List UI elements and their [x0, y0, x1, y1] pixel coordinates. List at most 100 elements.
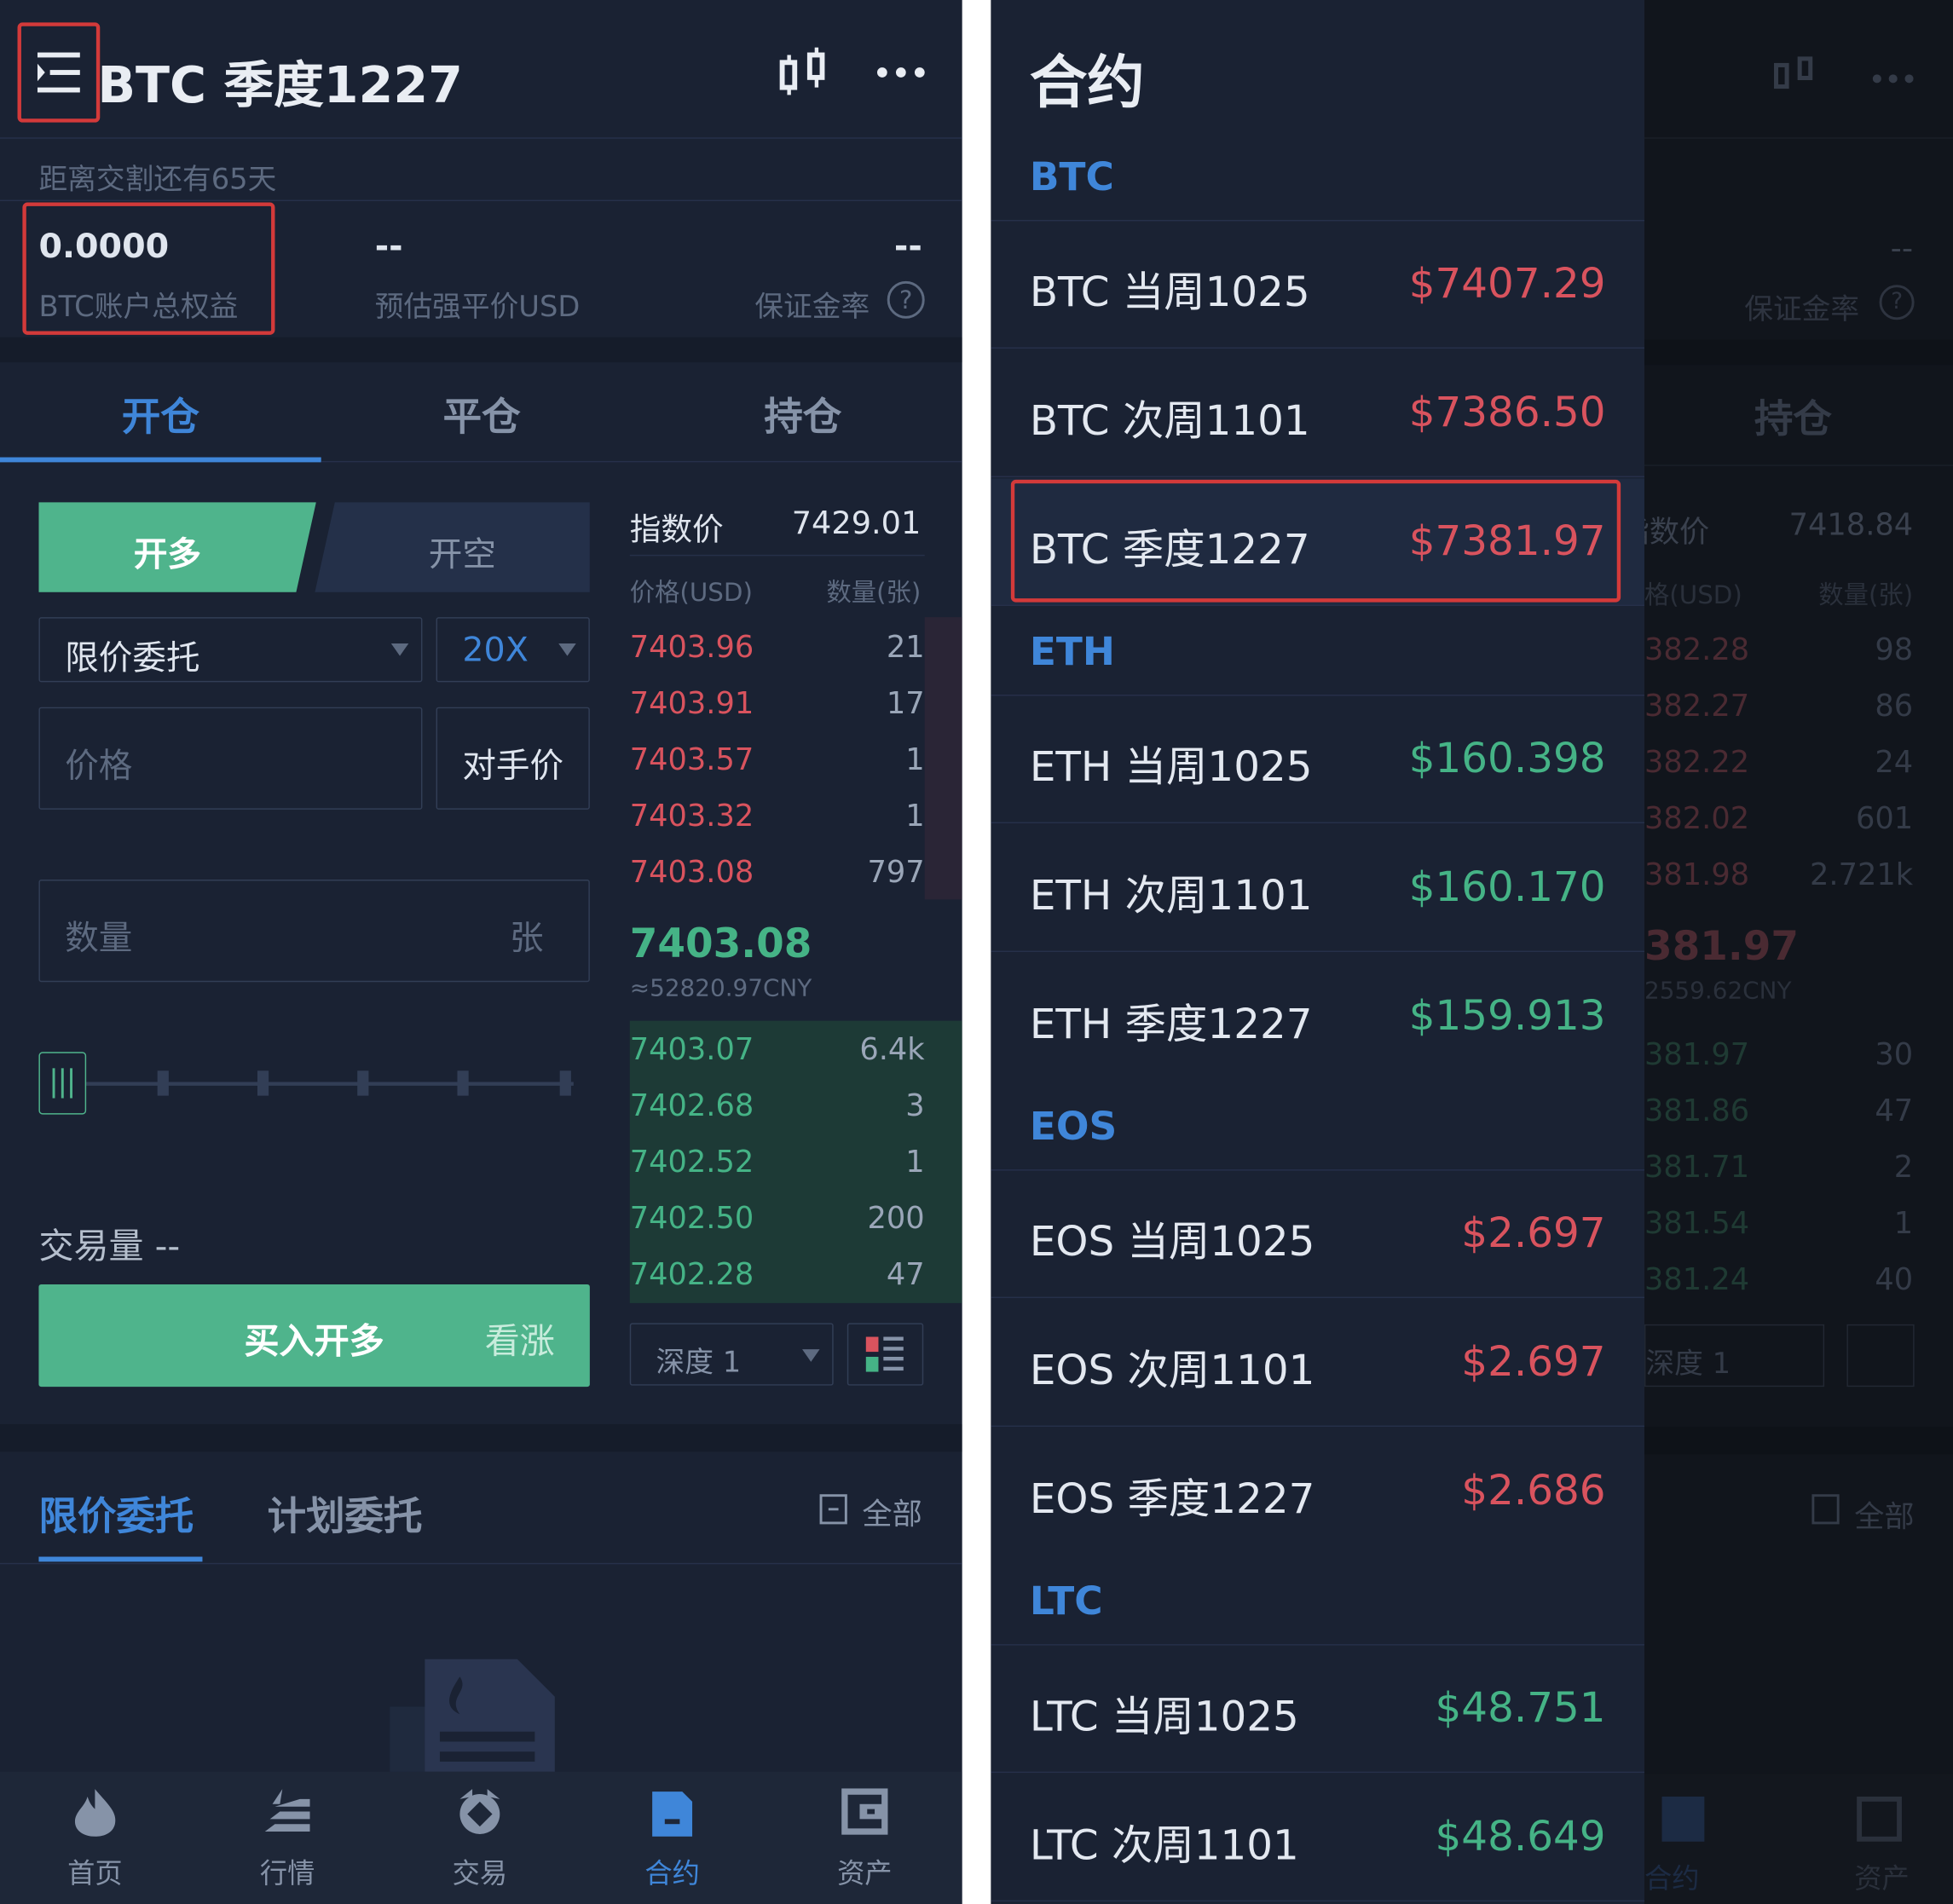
bg-bid-price: 381.71 — [1644, 1149, 1750, 1185]
group-btc: BTC — [1029, 154, 1114, 200]
bg-tab: 持仓 — [1754, 397, 1832, 442]
candlestick-icon[interactable] — [777, 45, 830, 100]
ask-row[interactable]: 7403.08 797 — [630, 845, 925, 899]
buy-open-long-button[interactable]: 买入开多 看涨 — [38, 1284, 590, 1388]
contract-row[interactable]: LTC 次周1101 $48.649 — [991, 1774, 1644, 1902]
tab-positions[interactable]: 持仓 — [642, 384, 962, 441]
bg-nav-contract: 合约 — [1644, 1864, 1700, 1895]
orderbook-price-header: 价格(USD) — [629, 577, 753, 608]
bg-ask-qty: 601 — [1855, 800, 1914, 836]
bg-bid-qty: 2 — [1893, 1149, 1914, 1185]
nav-home[interactable]: 首页 — [32, 1786, 158, 1891]
wallet-icon — [841, 1788, 888, 1835]
nav-market[interactable]: 行情 — [225, 1786, 350, 1891]
orderbook-layout-button[interactable] — [846, 1323, 924, 1386]
slider-handle[interactable] — [38, 1052, 87, 1115]
bg-ask-price: 382.27 — [1644, 688, 1750, 724]
tab-open[interactable]: 开仓 — [0, 384, 321, 441]
all-orders-label: 全部 — [862, 1497, 922, 1532]
index-price-label: 指数价 — [629, 511, 724, 548]
ask-row[interactable]: 7403.96 21 — [630, 620, 925, 674]
list-icon — [1811, 1494, 1840, 1525]
contract-row[interactable]: BTC 当周1025 $7407.29 — [991, 221, 1644, 349]
open-long-label: 开多 — [133, 535, 201, 575]
bg-bid-qty: 1 — [1893, 1205, 1914, 1241]
help-icon[interactable]: ? — [887, 280, 925, 319]
quantity-input[interactable]: 数量 张 — [38, 879, 590, 983]
open-short-button[interactable]: 开空 — [315, 502, 590, 592]
depth-select[interactable]: 深度 1 — [629, 1323, 834, 1386]
bg-stat-label: 保证金率 — [1744, 293, 1860, 326]
dimmed-background[interactable]: -- 保证金率 ? 持仓 指数价 7418.84 格(USD) 数量(张) 38… — [1620, 0, 1953, 1904]
ask-row[interactable]: 7403.32 1 — [630, 788, 925, 843]
open-long-button[interactable]: 开多 — [38, 502, 316, 592]
group-eth: ETH — [1029, 629, 1115, 675]
price-placeholder: 价格 — [65, 747, 133, 787]
bg-ask-qty: 98 — [1875, 632, 1914, 667]
contract-icon — [1661, 1796, 1705, 1842]
list-icon — [819, 1494, 847, 1525]
contract-row[interactable]: BTC 次周1101 $7386.50 — [991, 349, 1644, 477]
nav-contract-label: 合约 — [644, 1859, 700, 1890]
ask-row[interactable]: 7403.57 1 — [630, 732, 925, 787]
contract-row[interactable]: ETH 次周1101 $160.170 — [991, 824, 1644, 953]
bid-row[interactable]: 7402.28 47 — [630, 1247, 925, 1301]
bg-ask-price: 381.98 — [1644, 857, 1750, 892]
bg-all-label: 全部 — [1854, 1499, 1915, 1535]
orderbook-qty-header: 数量(张) — [826, 577, 922, 608]
tab-close[interactable]: 平仓 — [321, 384, 643, 441]
bg-ask-price: 382.28 — [1644, 632, 1750, 667]
exchange-icon — [459, 1789, 500, 1834]
index-price-value: 7429.01 — [791, 505, 922, 541]
nav-contract[interactable]: 合约 — [610, 1786, 735, 1891]
contract-row[interactable]: EOS 次周1101 $2.697 — [991, 1300, 1644, 1428]
bid-row[interactable]: 7402.52 1 — [630, 1134, 925, 1189]
bid-row[interactable]: 7402.68 3 — [630, 1078, 925, 1133]
counterparty-label: 对手价 — [462, 747, 564, 787]
chevron-down-icon — [802, 1349, 820, 1362]
chevron-down-icon — [390, 643, 409, 656]
quantity-placeholder: 数量 — [65, 919, 133, 959]
nav-market-label: 行情 — [259, 1859, 315, 1890]
order-type-select[interactable]: 限价委托 — [38, 617, 423, 683]
nav-trade[interactable]: 交易 — [418, 1786, 543, 1891]
contract-row[interactable]: EOS 当周1025 $2.697 — [991, 1171, 1644, 1299]
all-orders-button[interactable]: 全部 — [818, 1489, 930, 1532]
tab-limit-orders[interactable]: 限价委托 — [38, 1484, 194, 1540]
contract-row[interactable]: LTC 当周1025 $48.751 — [991, 1646, 1644, 1774]
trade-screen: BTC 季度1227 距离交割还有65天 0.0000 BTC账户总权益 -- … — [0, 0, 962, 1904]
ask-row[interactable]: 7403.91 17 — [630, 676, 925, 730]
bg-ask-price: 382.02 — [1644, 800, 1750, 836]
bid-row[interactable]: 7403.07 6.4k — [630, 1022, 925, 1076]
bg-bid-qty: 30 — [1875, 1036, 1914, 1072]
nav-assets[interactable]: 资产 — [802, 1786, 927, 1891]
more-dots-icon[interactable] — [875, 62, 927, 80]
contract-row[interactable]: ETH 当周1025 $160.398 — [991, 696, 1644, 824]
bg-depth-value: 深度 1 — [1645, 1347, 1731, 1381]
quantity-unit: 张 — [510, 919, 544, 959]
bg-bid-price: 381.24 — [1644, 1261, 1750, 1297]
contract-row[interactable]: ETH 季度1227 $159.913 — [991, 953, 1644, 1081]
tab-plan-orders[interactable]: 计划委托 — [268, 1484, 423, 1540]
quantity-slider[interactable] — [38, 1049, 575, 1116]
bg-ask-qty: 24 — [1875, 744, 1914, 780]
candlestick-icon — [1772, 50, 1817, 98]
liquidation-price-value: -- — [374, 227, 403, 267]
empty-document-icon — [387, 1657, 562, 1782]
contract-row[interactable]: EOS 季度1227 $2.686 — [991, 1428, 1644, 1556]
price-input[interactable]: 价格 — [38, 707, 423, 810]
bg-index-value: 7418.84 — [1788, 507, 1914, 543]
bg-price-header: 格(USD) — [1644, 580, 1742, 610]
depth-value: 深度 1 — [656, 1347, 742, 1380]
open-short-label: 开空 — [428, 535, 496, 575]
leverage-value: 20X — [462, 631, 529, 670]
bid-row[interactable]: 7402.50 200 — [630, 1191, 925, 1245]
last-price-cny: ≈52820.97CNY — [629, 974, 812, 1002]
liquidation-price-label: 预估强平价USD — [374, 291, 581, 324]
counterparty-price-button[interactable]: 对手价 — [436, 707, 590, 810]
leverage-select[interactable]: 20X — [436, 617, 590, 683]
orderbook-layout-icon — [865, 1336, 904, 1372]
contract-drawer-screen: -- 保证金率 ? 持仓 指数价 7418.84 格(USD) 数量(张) 38… — [991, 0, 1953, 1904]
nav-assets-label: 资产 — [837, 1859, 893, 1890]
chevron-down-icon — [558, 643, 576, 656]
